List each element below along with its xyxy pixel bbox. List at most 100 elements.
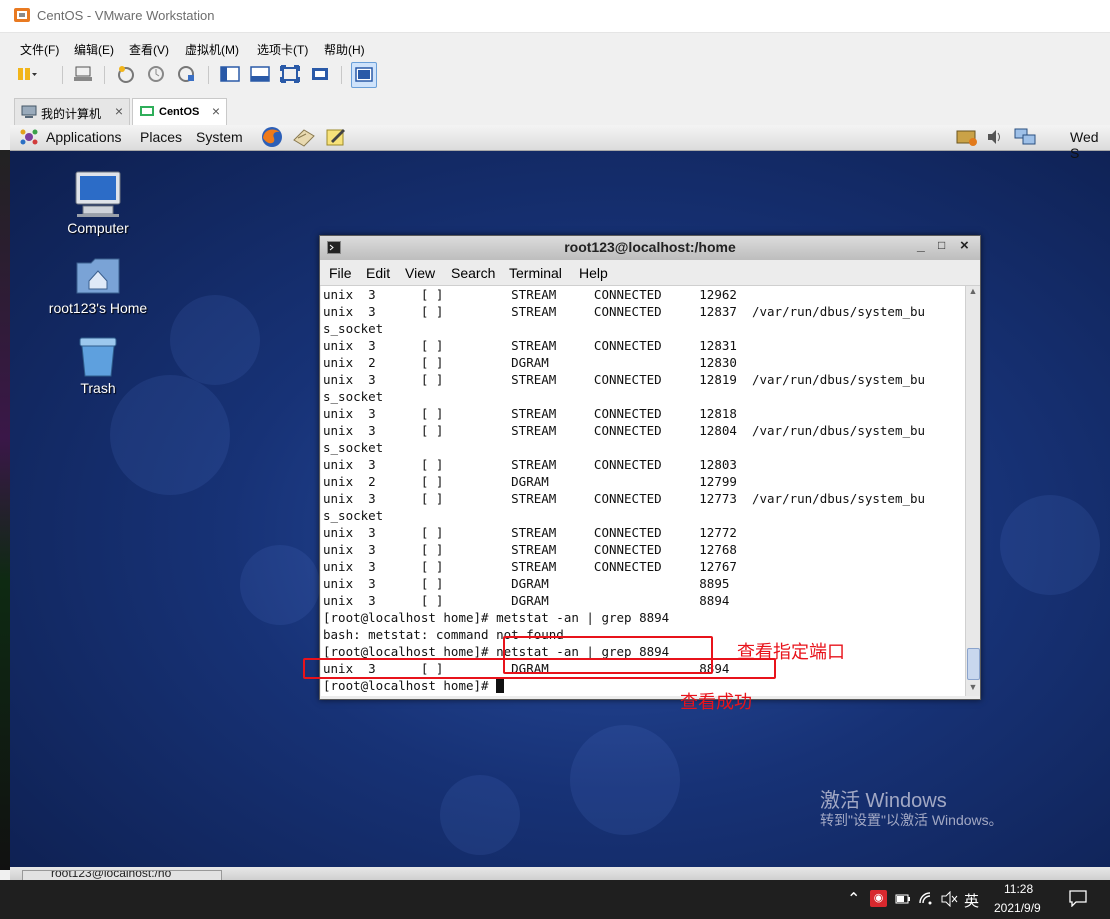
thumbnail-bar-icon[interactable] [249, 64, 271, 84]
activation-watermark-subtitle: 转到"设置"以激活 Windows。 [820, 812, 1003, 828]
text-editor-icon[interactable] [324, 126, 348, 148]
snapshot-manager-icon[interactable] [175, 64, 197, 84]
menu-help[interactable]: 帮助(H) [324, 41, 365, 58]
send-keys-icon[interactable] [73, 64, 95, 84]
close-icon[interactable]: × [960, 237, 969, 254]
host-clock-time[interactable]: 11:28 [1004, 882, 1033, 896]
mail-client-icon[interactable] [292, 126, 316, 148]
terminal-menu-edit[interactable]: Edit [366, 265, 390, 281]
desktop-icon-computer[interactable]: Computer [44, 170, 152, 240]
update-notifier-icon[interactable] [955, 127, 979, 147]
terminal-line: unix 3 [ ] STREAM CONNECTED 12818 [323, 406, 737, 421]
panel-clock[interactable]: Wed S [1070, 129, 1110, 161]
terminal-line: [root@localhost home]# [323, 678, 497, 693]
terminal-line: unix 3 [ ] STREAM CONNECTED 12819 /var/r… [323, 372, 926, 387]
terminal-line: [root@localhost home]# metstat -an | gre… [323, 610, 670, 625]
home-folder-icon [76, 258, 120, 294]
guest-bottom-panel: root123@localhost:/ho [10, 867, 1110, 881]
terminal-menu-help[interactable]: Help [579, 265, 608, 281]
desktop-icon-label: root123's Home [48, 300, 148, 316]
host-clock-date[interactable]: 2021/9/9 [994, 901, 1041, 915]
tab-centos[interactable]: CentOS × [132, 98, 227, 125]
wallpaper-bokeh [440, 775, 520, 855]
host-background-strip [0, 150, 10, 870]
guest-taskbar-label: root123@localhost:/ho [51, 870, 172, 880]
terminal-line: unix 3 [ ] STREAM CONNECTED 12773 /var/r… [323, 491, 926, 506]
desktop-icon-trash[interactable]: Trash [60, 334, 136, 400]
terminal-output[interactable]: unix 3 [ ] STREAM CONNECTED 12962 unix 3… [321, 286, 965, 696]
tab-my-computer[interactable]: 我的计算机 × [14, 98, 130, 125]
snapshot-icon[interactable] [115, 64, 137, 84]
tray-expand-icon[interactable]: ⌃ [847, 889, 860, 909]
terminal-line: unix 3 [ ] STREAM CONNECTED 12772 [323, 525, 737, 540]
terminal-line: s_socket [323, 508, 384, 523]
terminal-menu-terminal[interactable]: Terminal [509, 265, 562, 281]
terminal-scrollbar[interactable]: ▲ ▼ [965, 286, 980, 696]
tab-label: 我的计算机 [41, 107, 102, 121]
terminal-menubar: File Edit View Search Terminal Help [320, 261, 980, 286]
volume-muted-icon[interactable] [941, 891, 959, 907]
terminal-line: unix 3 [ ] STREAM CONNECTED 12767 [323, 559, 737, 574]
network-icon[interactable] [1013, 127, 1037, 147]
terminal-lines: unix 3 [ ] STREAM CONNECTED 12962 unix 3… [323, 286, 925, 694]
minimize-icon[interactable]: _ [917, 237, 925, 253]
scroll-down-icon[interactable]: ▼ [967, 682, 979, 694]
full-screen-icon[interactable] [279, 64, 301, 84]
pause-icon[interactable] [16, 64, 38, 84]
panel-menu-applications[interactable]: Applications [46, 129, 122, 145]
wifi-icon[interactable] [918, 891, 934, 907]
wallpaper-bokeh [170, 295, 260, 385]
toolbar-divider [208, 66, 209, 84]
unity-icon[interactable] [309, 64, 331, 84]
ime-indicator[interactable]: 英 [964, 890, 979, 911]
vmware-titlebar: CentOS - VMware Workstation [0, 0, 1110, 33]
scrollbar-thumb[interactable] [967, 648, 980, 680]
terminal-line: unix 3 [ ] DGRAM 8895 [323, 576, 730, 591]
computer-icon [75, 171, 121, 217]
toolbar-divider [341, 66, 342, 84]
terminal-menu-view[interactable]: View [405, 265, 435, 281]
menu-tabs[interactable]: 选项卡(T) [257, 41, 308, 58]
terminal-titlebar[interactable]: root123@localhost:/home _ □ × [320, 236, 980, 260]
close-icon[interactable]: × [212, 103, 220, 119]
notification-center-icon[interactable] [1068, 889, 1088, 907]
gnome-foot-icon[interactable] [18, 127, 40, 147]
tray-app-icon[interactable]: ◉ [870, 890, 887, 907]
terminal-menu-file[interactable]: File [329, 265, 352, 281]
menu-edit[interactable]: 编辑(E) [74, 41, 114, 58]
terminal-line: unix 3 [ ] STREAM CONNECTED 12962 [323, 287, 737, 302]
terminal-menu-search[interactable]: Search [451, 265, 495, 281]
my-computer-icon [21, 105, 37, 118]
terminal-line: unix 3 [ ] DGRAM 8894 [323, 593, 730, 608]
volume-icon[interactable] [986, 128, 1004, 146]
vmware-app-icon [14, 8, 30, 22]
panel-menu-system[interactable]: System [196, 129, 243, 145]
annotation-port-label: 查看指定端口 [737, 642, 845, 663]
activation-watermark-title: 激活 Windows [820, 790, 947, 812]
maximize-icon[interactable]: □ [938, 238, 945, 252]
revert-snapshot-icon[interactable] [145, 64, 167, 84]
close-icon[interactable]: × [115, 103, 123, 119]
console-view-icon[interactable] [351, 62, 377, 88]
toolbar-divider [62, 66, 63, 84]
terminal-line: unix 3 [ ] STREAM CONNECTED 12768 [323, 542, 737, 557]
trash-icon [79, 337, 117, 377]
terminal-cursor [496, 678, 504, 693]
menu-view[interactable]: 查看(V) [129, 41, 169, 58]
terminal-line: unix 2 [ ] DGRAM 12799 [323, 474, 737, 489]
vm-tab-icon [140, 106, 154, 116]
desktop-icon-home[interactable]: root123's Home [40, 255, 156, 321]
panel-menu-places[interactable]: Places [140, 129, 182, 145]
menu-vm[interactable]: 虚拟机(M) [185, 41, 239, 58]
annotation-box-result [303, 658, 776, 679]
terminal-line: s_socket [323, 321, 384, 336]
scroll-up-icon[interactable]: ▲ [967, 286, 979, 298]
terminal-window: root123@localhost:/home _ □ × File Edit … [319, 235, 981, 700]
wallpaper-bokeh [1000, 495, 1100, 595]
firefox-icon[interactable] [260, 126, 284, 148]
terminal-line: unix 3 [ ] STREAM CONNECTED 12837 /var/r… [323, 304, 926, 319]
toolbar-divider [104, 66, 105, 84]
sidebar-toggle-icon[interactable] [219, 64, 241, 84]
battery-icon[interactable] [895, 892, 911, 906]
menu-file[interactable]: 文件(F) [20, 41, 59, 58]
